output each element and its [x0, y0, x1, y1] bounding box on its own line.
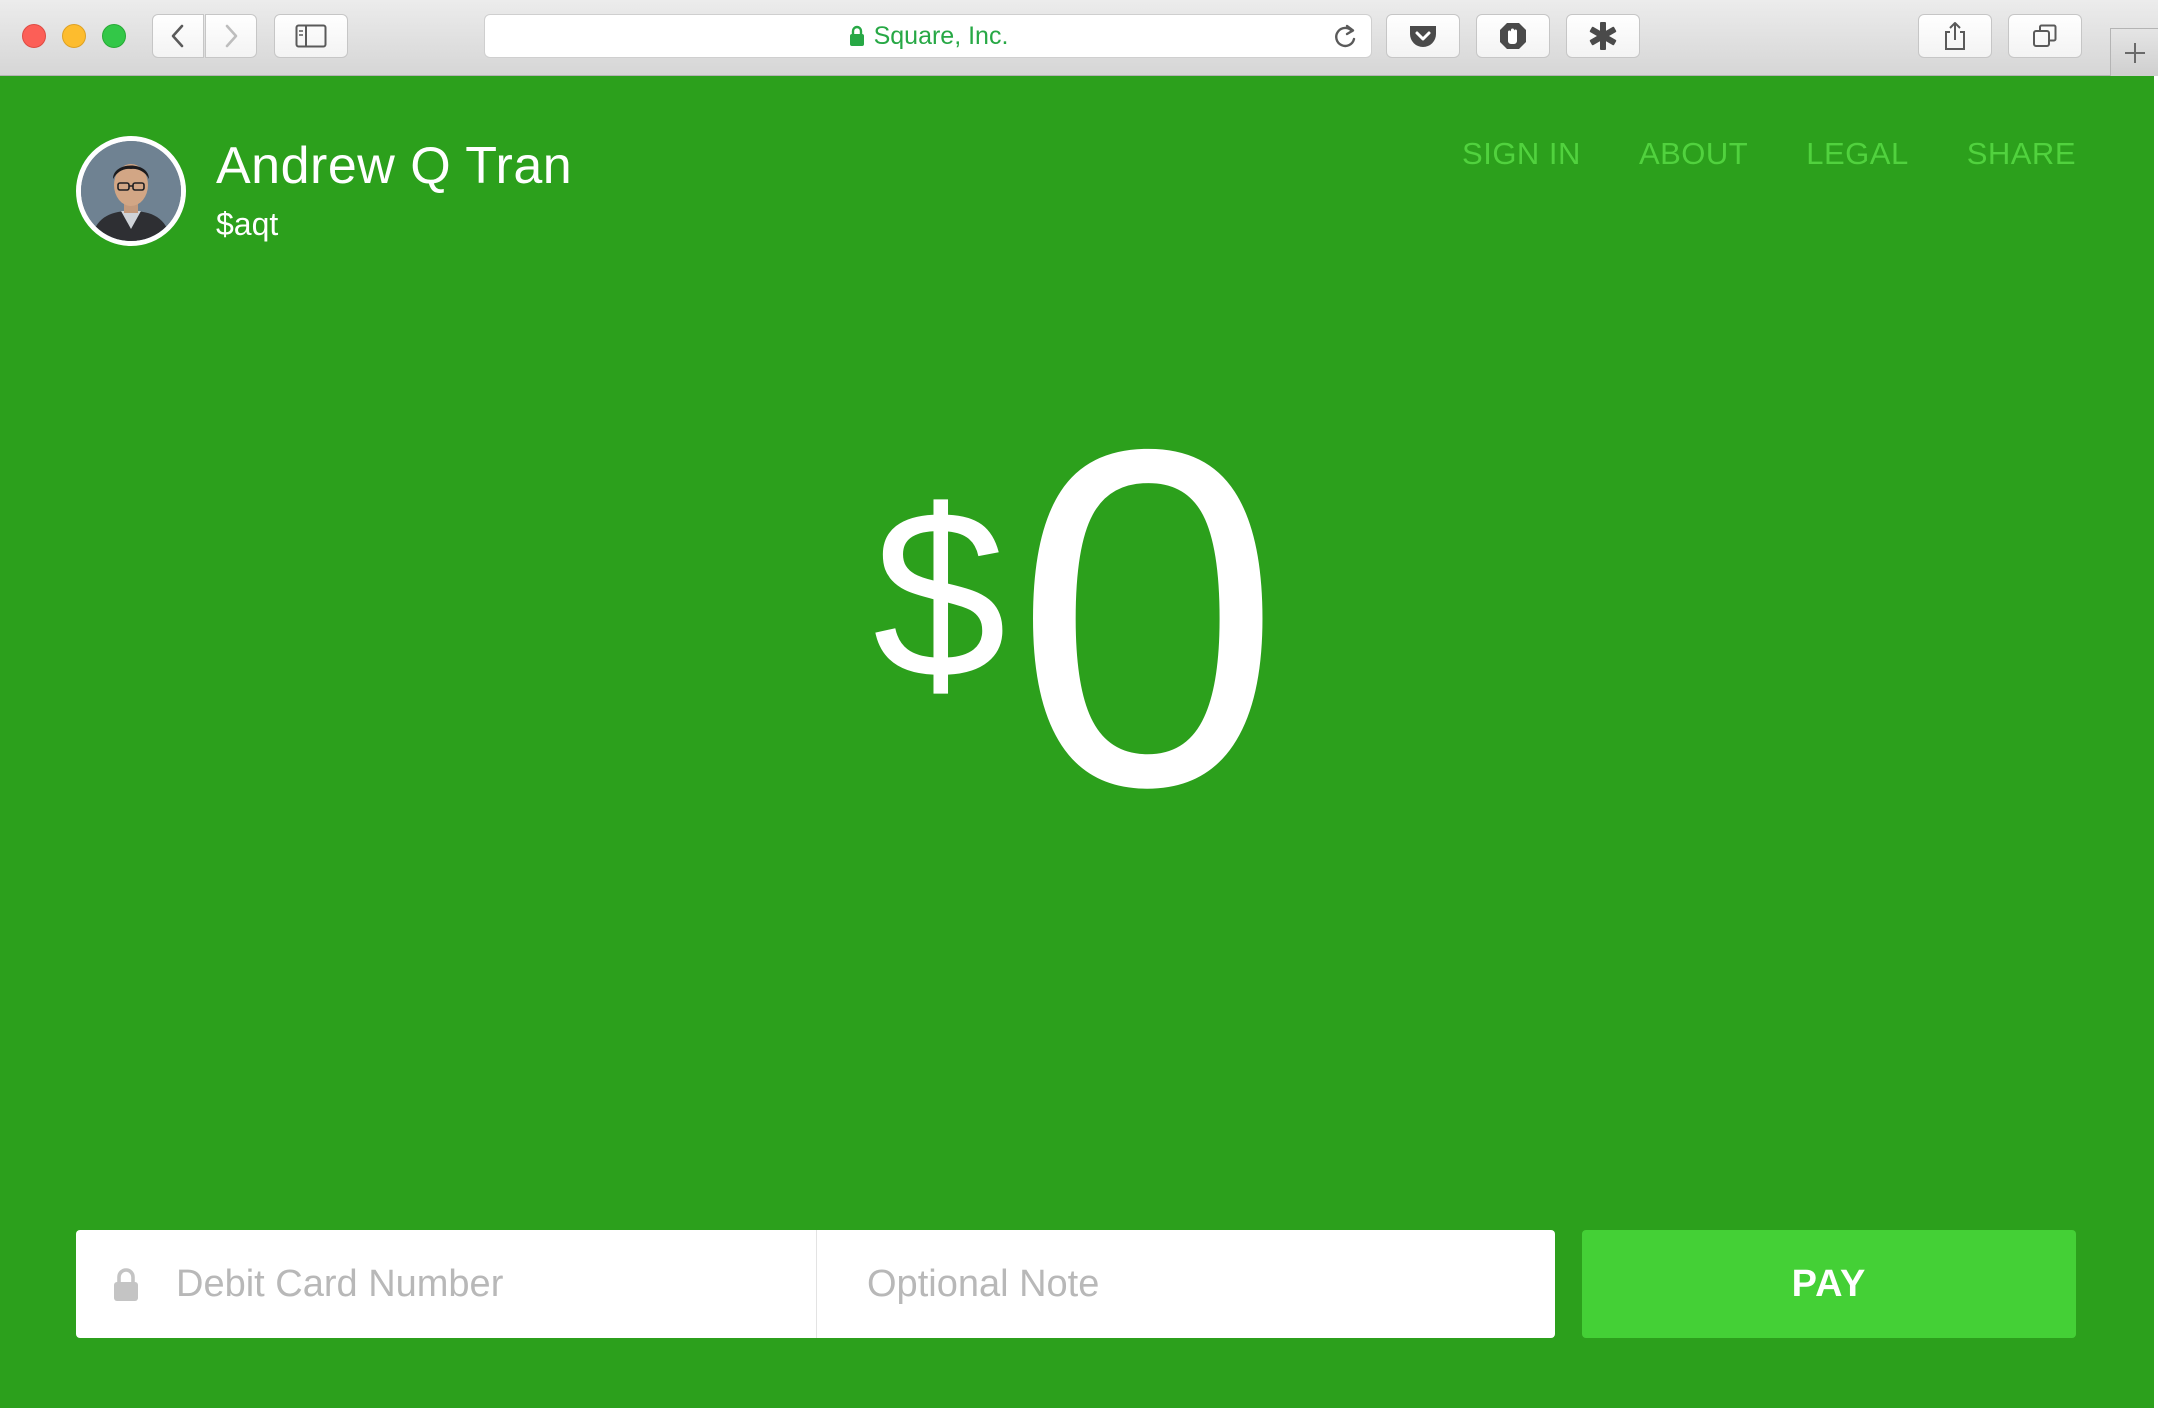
- lock-icon: [114, 1268, 138, 1301]
- nav-legal[interactable]: LEGAL: [1806, 136, 1908, 172]
- extension-icon: [1589, 22, 1617, 50]
- url-label: Square, Inc.: [873, 21, 1009, 50]
- extension-button[interactable]: [1566, 14, 1640, 58]
- tabs-overview-button[interactable]: [2008, 14, 2082, 58]
- new-tab-button[interactable]: [2110, 28, 2158, 76]
- profile-photo: [81, 141, 181, 241]
- currency-symbol: $: [872, 460, 1007, 728]
- note-field: [817, 1230, 1555, 1338]
- tabs-icon: [2033, 24, 2057, 47]
- adblock-button[interactable]: [1476, 14, 1550, 58]
- back-icon: [171, 24, 184, 48]
- pay-button[interactable]: PAY: [1582, 1230, 2076, 1338]
- card-number-field: [76, 1230, 817, 1338]
- note-input[interactable]: [817, 1230, 1555, 1338]
- forward-button[interactable]: [205, 14, 257, 58]
- top-nav: SIGN IN ABOUT LEGAL SHARE: [1462, 136, 2076, 172]
- pocket-icon: [1410, 26, 1436, 47]
- pocket-button[interactable]: [1386, 14, 1460, 58]
- zoom-window-button[interactable]: [102, 24, 126, 48]
- reload-icon[interactable]: [1331, 23, 1359, 51]
- nav-share[interactable]: SHARE: [1967, 136, 2076, 172]
- back-button[interactable]: [152, 14, 204, 58]
- share-icon: [1945, 22, 1965, 50]
- address-bar[interactable]: Square, Inc.: [484, 14, 1372, 58]
- close-window-button[interactable]: [22, 24, 46, 48]
- lock-icon: [849, 25, 864, 46]
- forward-icon: [225, 24, 238, 48]
- profile-name: Andrew Q Tran: [216, 137, 573, 195]
- nav-sign-in[interactable]: SIGN IN: [1462, 136, 1581, 172]
- cash-app-page: Andrew Q Tran $aqt SIGN IN ABOUT LEGAL S…: [0, 76, 2154, 1408]
- payment-form: [76, 1230, 1555, 1338]
- sidebar-icon: [295, 24, 327, 48]
- share-button[interactable]: [1918, 14, 1992, 58]
- sidebar-button[interactable]: [274, 14, 348, 58]
- nav-about[interactable]: ABOUT: [1639, 136, 1748, 172]
- page-viewport: Andrew Q Tran $aqt SIGN IN ABOUT LEGAL S…: [0, 76, 2158, 1408]
- adblock-icon: [1500, 23, 1526, 49]
- plus-icon: [2124, 42, 2145, 63]
- amount-display[interactable]: $0: [0, 378, 2154, 956]
- browser-toolbar: Square, Inc.: [0, 0, 2158, 76]
- avatar: [76, 136, 186, 246]
- amount-value: 0: [1014, 349, 1282, 886]
- profile-handle: $aqt: [216, 206, 279, 242]
- card-number-input[interactable]: [76, 1230, 816, 1338]
- minimize-window-button[interactable]: [62, 24, 86, 48]
